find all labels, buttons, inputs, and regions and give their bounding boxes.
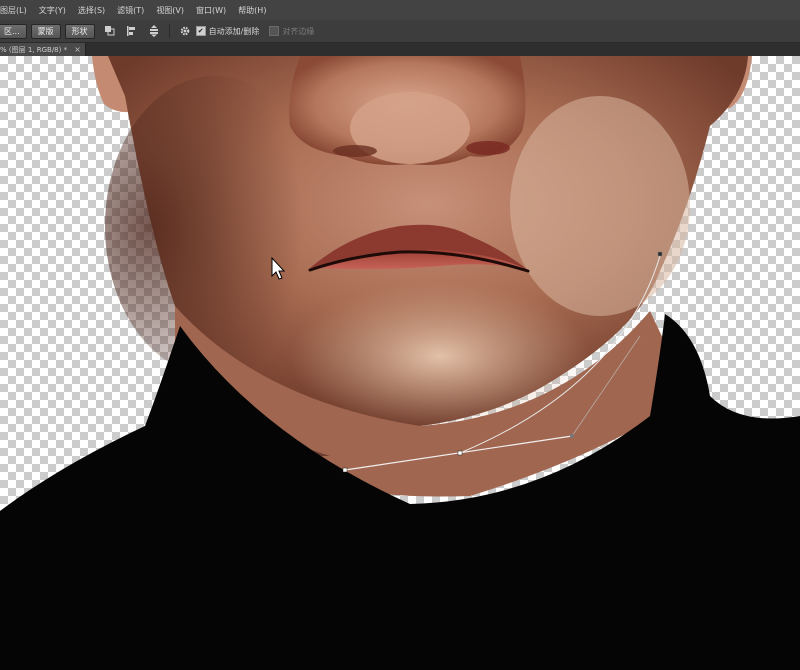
photo-layer [0,56,800,670]
menu-view[interactable]: 视图(V) [152,5,192,16]
path-operations-icon[interactable] [103,24,117,38]
options-bar: 区... 蒙版 形状 ✔ 自动添加/删除 对齐边缘 [0,20,800,43]
align-edges-checkbox[interactable] [269,26,280,36]
make-mask-button[interactable]: 蒙版 [30,23,61,39]
document-tab-bar: % (图层 1, RGB/8) * × [0,43,800,56]
make-shape-button[interactable]: 形状 [64,23,95,39]
left-nostril [333,145,377,157]
handle-point [570,434,574,438]
menu-select[interactable]: 选择(S) [74,5,113,16]
close-icon[interactable]: × [74,45,81,54]
anchor-point [657,251,663,257]
separator [168,24,170,38]
document-tab[interactable]: % (图层 1, RGB/8) * × [0,43,86,56]
auto-add-delete-checkbox[interactable]: ✔ [195,26,206,36]
path-alignment-icon[interactable] [125,24,139,38]
path-arrangement-icon[interactable] [147,24,161,38]
document-tab-title: % (图层 1, RGB/8) * [0,45,68,54]
right-cheek-highlight [510,96,690,316]
menu-layer[interactable]: 图层(L) [0,5,35,16]
make-selection-button[interactable]: 区... [0,23,27,39]
align-edges-label: 对齐边缘 [282,26,315,36]
menu-filter[interactable]: 滤镜(T) [113,5,152,16]
menu-type[interactable]: 文字(Y) [35,5,74,16]
menu-help[interactable]: 帮助(H) [234,5,274,16]
right-nostril [466,141,510,155]
menu-window[interactable]: 窗口(W) [192,5,234,16]
auto-add-delete-label: 自动添加/删除 [208,26,260,36]
menu-bar: 图层(L) 文字(Y) 选择(S) 滤镜(T) 视图(V) 窗口(W) 帮助(H… [0,0,800,20]
gear-icon[interactable] [178,24,192,38]
document-canvas[interactable] [0,56,800,670]
anchor-point [342,467,348,473]
anchor-point [457,450,463,456]
